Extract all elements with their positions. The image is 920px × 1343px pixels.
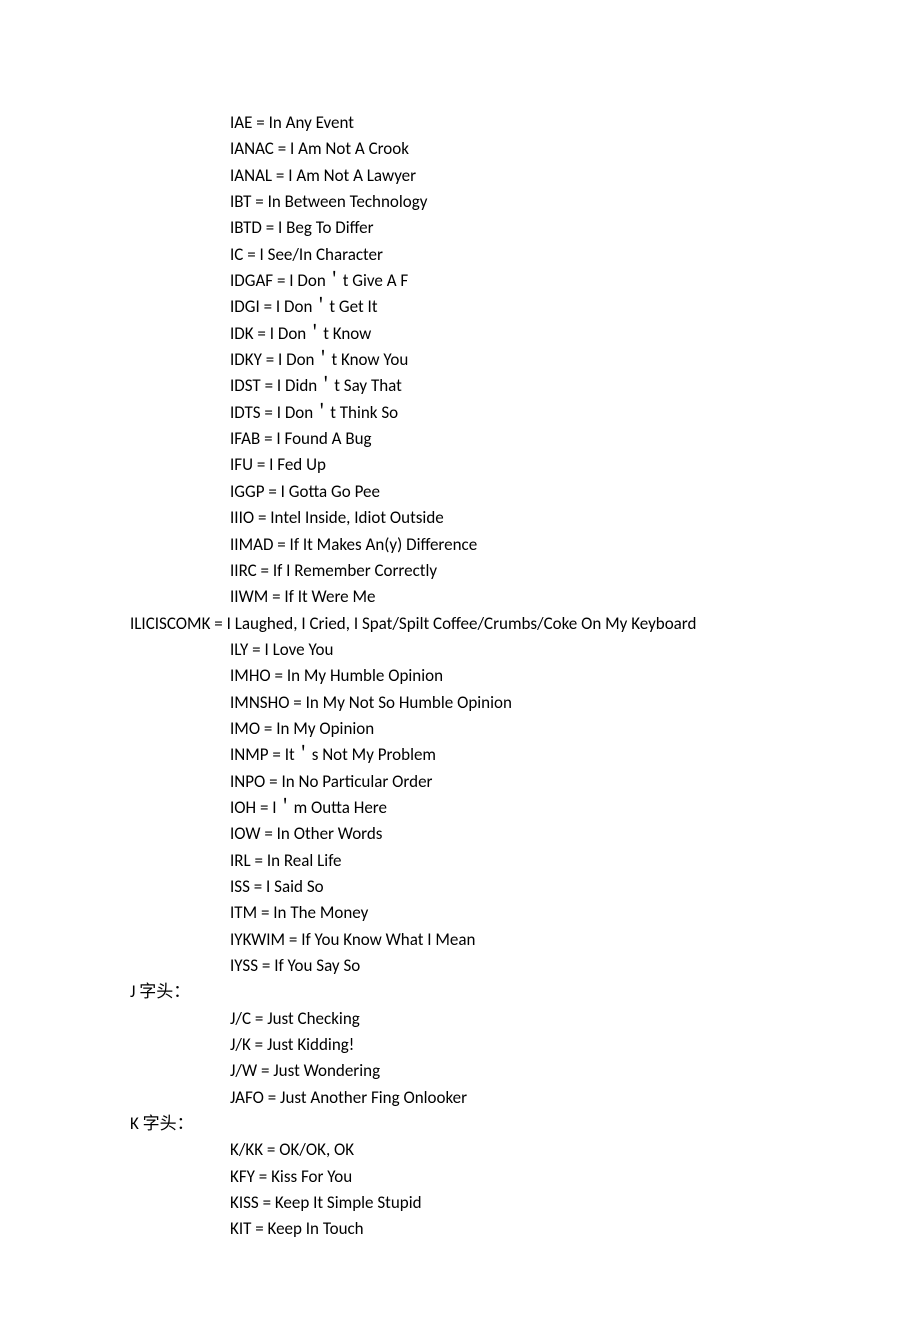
glossary-entry: IGGP = I Gotta Go Pee (130, 479, 790, 505)
glossary-entry: J/K = Just Kidding! (130, 1032, 790, 1058)
glossary-entry: IC = I See/In Character (130, 242, 790, 268)
glossary-entry: ILY = I Love You (130, 637, 790, 663)
glossary-entry: IIIO = Intel Inside, Idiot Outside (130, 505, 790, 531)
section-heading: K 字头： (130, 1111, 790, 1137)
glossary-entry: IYSS = If You Say So (130, 953, 790, 979)
glossary-entry: IDKY = I Don＇t Know You (130, 347, 790, 373)
glossary-entry: IDGAF = I Don＇t Give A F (130, 268, 790, 294)
glossary-entry: ITM = In The Money (130, 900, 790, 926)
glossary-entry: IYKWIM = If You Know What I Mean (130, 927, 790, 953)
glossary-entry: IDK = I Don＇t Know (130, 321, 790, 347)
glossary-entry: ILICISCOMK = I Laughed, I Cried, I Spat/… (130, 611, 790, 637)
glossary-entry: IDGI = I Don＇t Get It (130, 294, 790, 320)
glossary-entry: IIMAD = If It Makes An(y) Difference (130, 532, 790, 558)
glossary-entry: K/KK = OK/OK, OK (130, 1137, 790, 1163)
glossary-entry: IOW = In Other Words (130, 821, 790, 847)
glossary-entry: IDTS = I Don＇t Think So (130, 400, 790, 426)
glossary-entry: KIT = Keep In Touch (130, 1216, 790, 1242)
glossary-entry: IFAB = I Found A Bug (130, 426, 790, 452)
glossary-entry: IAE = In Any Event (130, 110, 790, 136)
glossary-entry: IDST = I Didn＇t Say That (130, 373, 790, 399)
glossary-entry: IANAC = I Am Not A Crook (130, 136, 790, 162)
glossary-entry: KFY = Kiss For You (130, 1164, 790, 1190)
glossary-entry: JAFO = Just Another Fing Onlooker (130, 1085, 790, 1111)
glossary-entry: IIRC = If I Remember Correctly (130, 558, 790, 584)
glossary-entry: IMNSHO = In My Not So Humble Opinion (130, 690, 790, 716)
glossary-entry: INMP = It＇s Not My Problem (130, 742, 790, 768)
glossary-entry: IANAL = I Am Not A Lawyer (130, 163, 790, 189)
glossary-entry: IMHO = In My Humble Opinion (130, 663, 790, 689)
glossary-entry: IIWM = If It Were Me (130, 584, 790, 610)
glossary-entry: ISS = I Said So (130, 874, 790, 900)
glossary-entry: IBT = In Between Technology (130, 189, 790, 215)
section-heading: J 字头： (130, 979, 790, 1005)
glossary-entry: KISS = Keep It Simple Stupid (130, 1190, 790, 1216)
glossary-entry: IMO = In My Opinion (130, 716, 790, 742)
glossary-entry: J/C = Just Checking (130, 1006, 790, 1032)
glossary-entry: IFU = I Fed Up (130, 452, 790, 478)
glossary-entry: IRL = In Real Life (130, 848, 790, 874)
glossary-entry: IBTD = I Beg To Differ (130, 215, 790, 241)
glossary-entry: IOH = I＇m Outta Here (130, 795, 790, 821)
glossary-entry: J/W = Just Wondering (130, 1058, 790, 1084)
glossary-entry: INPO = In No Particular Order (130, 769, 790, 795)
document-page: IAE = In Any EventIANAC = I Am Not A Cro… (0, 0, 920, 1343)
